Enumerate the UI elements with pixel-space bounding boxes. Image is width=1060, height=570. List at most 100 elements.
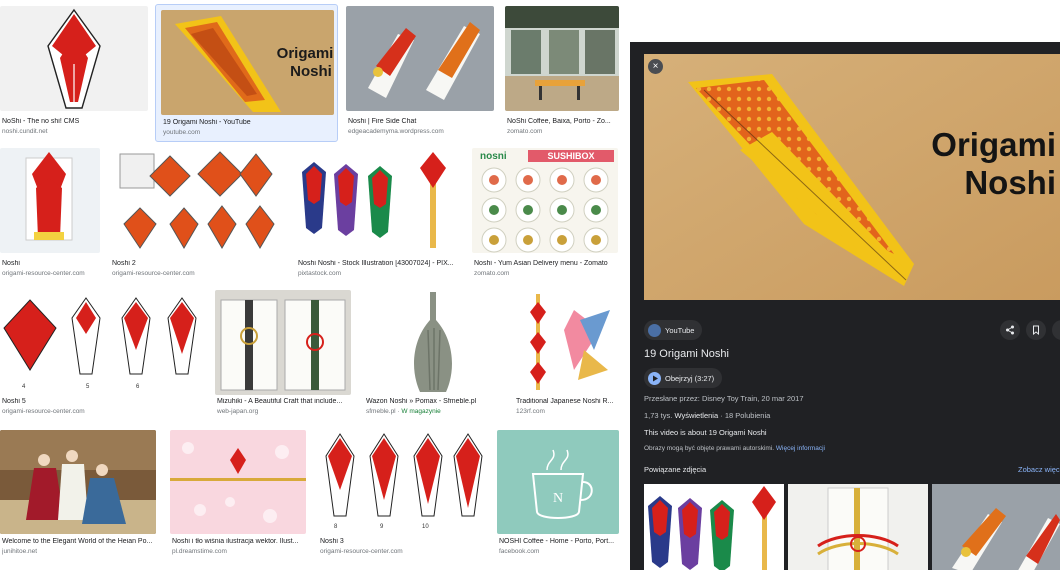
views-count: 1,73 tys.	[644, 411, 673, 420]
result-caption[interactable]: NoShi Coffee, Baixa, Porto - Zo...	[507, 118, 619, 125]
result-tile[interactable]: nosni SUSHIBOX Noshi - Yum Asian Deliver…	[472, 148, 620, 280]
result-tile[interactable]: Noshi i tło wiśnia ilustracja wektor. Il…	[170, 430, 310, 562]
copyright-note: Obrazy mogą być objęte prawami autorskim…	[644, 445, 825, 452]
result-caption[interactable]: Noshi 3	[320, 538, 488, 545]
result-tile[interactable]: Noshi Noshi - Stock Illustration [430070…	[296, 148, 464, 280]
video-description: This video is about 19 Origami Noshi	[644, 428, 767, 437]
result-thumbnail[interactable]	[110, 148, 282, 253]
result-caption[interactable]: NOSHI Coffee - Home - Porto, Port...	[499, 538, 619, 545]
copyright-text: Obrazy mogą być objęte prawami autorskim…	[644, 445, 775, 452]
result-thumbnail[interactable]	[364, 290, 502, 395]
result-tile[interactable]: Traditional Japanese Noshi R... 123rf.co…	[514, 290, 620, 422]
result-source: junihitoe.net	[2, 548, 38, 555]
origami-noshi-thumbnail: Origami Noshi	[161, 10, 334, 115]
result-caption[interactable]: Traditional Japanese Noshi R...	[516, 398, 620, 405]
result-source: origami-resource-center.com	[2, 270, 85, 277]
related-image[interactable]	[932, 484, 1060, 570]
result-source: zomato.com	[507, 128, 543, 135]
hero-title-line1: Origami	[931, 126, 1056, 163]
cafe-photo-image	[505, 6, 619, 111]
noshi-illustration-image	[296, 148, 460, 253]
result-caption[interactable]: Noshi Noshi - Stock Illustration [430070…	[298, 260, 460, 267]
result-thumbnail[interactable]: Origami Noshi	[161, 10, 334, 115]
result-tile[interactable]: N NOSHI Coffee - Home - Porto, Port... f…	[497, 430, 621, 562]
result-thumbnail[interactable]: N	[497, 430, 619, 534]
result-tile-selected[interactable]: Origami Noshi 19 Origami Noshi - YouTube…	[155, 4, 338, 142]
step-number: 10	[422, 524, 429, 530]
result-tile[interactable]: Noshi origami-resource-center.com	[0, 148, 104, 280]
result-tile[interactable]: NoShi - The no shi! CMS noshi.cundit.net	[0, 6, 152, 138]
see-more-link[interactable]: Zobacz więcej	[1018, 465, 1060, 474]
site-chip[interactable]: YouTube	[644, 320, 703, 340]
likes-count: · 18 Polubienia	[720, 411, 771, 420]
close-icon[interactable]: ×	[648, 59, 663, 74]
sushi-menu-image: nosni SUSHIBOX	[472, 148, 618, 253]
sakura-illustration-image	[170, 430, 306, 534]
watch-button[interactable]: Obejrzyj (3:27)	[644, 368, 723, 388]
result-thumbnail[interactable]	[0, 6, 148, 111]
result-source: noshi.cundit.net	[2, 128, 48, 135]
result-thumbnail[interactable]	[296, 148, 460, 253]
site-name: YouTube	[665, 325, 695, 335]
result-source: pl.dreamstime.com	[172, 548, 227, 555]
result-tile[interactable]: 4 5 6 Noshi 5 origami-resource-center.co…	[0, 290, 206, 422]
result-thumbnail[interactable]	[0, 430, 156, 534]
more-options-icon[interactable]	[1052, 320, 1060, 340]
bookmark-icon[interactable]	[1026, 320, 1046, 340]
result-thumbnail[interactable]	[514, 290, 618, 395]
result-tile[interactable]: 8 9 10 Noshi 3 origami-resource-center.c…	[318, 430, 490, 562]
thumb-title-line2: Noshi	[290, 63, 332, 80]
related-image[interactable]	[644, 484, 784, 570]
more-info-link[interactable]: Więcej informacji	[776, 445, 825, 452]
noshi-steps-image: 8 9 10	[318, 430, 486, 534]
result-thumbnail[interactable]	[215, 290, 351, 395]
result-tile[interactable]: NoShi Coffee, Baixa, Porto - Zo... zomat…	[505, 6, 623, 138]
result-thumbnail[interactable]	[0, 148, 100, 253]
result-tile[interactable]: Noshi 2 origami-resource-center.com	[110, 148, 288, 280]
result-tile[interactable]: Mizuhiki - A Beautiful Craft that includ…	[215, 290, 355, 422]
result-thumbnail[interactable]	[346, 6, 494, 111]
result-caption[interactable]: Noshi 2	[112, 260, 282, 267]
noshi-steps-image: 4 5 6	[0, 290, 202, 395]
related-envelope-photo	[788, 484, 928, 570]
result-caption[interactable]: Noshi	[2, 260, 102, 267]
result-thumbnail[interactable]: 8 9 10	[318, 430, 486, 534]
noshi-steps-image	[110, 148, 282, 253]
heian-photo-image	[0, 430, 156, 534]
preview-title[interactable]: 19 Origami Noshi	[644, 348, 729, 360]
share-icon[interactable]	[1000, 320, 1020, 340]
related-noshi-illustration	[644, 484, 784, 570]
noshi-diagram-image	[0, 6, 148, 111]
result-tile[interactable]: Noshi | Fire Side Chat edgeacademyma.wor…	[346, 6, 496, 138]
related-image[interactable]	[788, 484, 928, 570]
result-thumbnail[interactable]: nosni SUSHIBOX	[472, 148, 618, 253]
result-caption[interactable]: Mizuhiki - A Beautiful Craft that includ…	[217, 398, 351, 405]
result-caption[interactable]: Noshi - Yum Asian Delivery menu - Zomato	[474, 260, 618, 267]
vase-photo-image	[364, 290, 502, 395]
result-source: facebook.com	[499, 548, 540, 555]
result-source: 123rf.com	[516, 408, 545, 415]
result-thumbnail[interactable]	[170, 430, 306, 534]
result-source-domain: sfmeble.pl	[366, 408, 396, 415]
result-thumbnail[interactable]	[505, 6, 619, 111]
result-tile[interactable]: Welcome to the Elegant World of the Heia…	[0, 430, 160, 562]
image-preview-panel: Origami Noshi × YouTube 19 Origami Noshi…	[630, 42, 1060, 570]
globe-icon	[648, 323, 661, 337]
result-caption[interactable]: Noshi i tło wiśnia ilustracja wektor. Il…	[172, 538, 308, 545]
coffee-logo-image: N	[497, 430, 619, 534]
result-caption[interactable]: Noshi 5	[2, 398, 202, 405]
views-label: Wyświetlenia	[674, 411, 719, 420]
svg-text:N: N	[553, 491, 563, 506]
result-caption[interactable]: Wazon Noshi » Pomax - Sfmeble.pl	[366, 398, 506, 405]
video-stats: 1,73 tys. Wyświetlenia · 18 Polubienia	[644, 411, 770, 420]
result-source: edgeacademyma.wordpress.com	[348, 128, 444, 135]
result-tile[interactable]: Wazon Noshi » Pomax - Sfmeble.pl sfmeble…	[364, 290, 506, 422]
play-icon	[648, 371, 661, 385]
result-caption[interactable]: NoShi - The no shi! CMS	[2, 118, 148, 125]
preview-image[interactable]: Origami Noshi	[644, 54, 1060, 300]
result-thumbnail[interactable]: 4 5 6	[0, 290, 202, 395]
uploaded-by: Przesłane przez: Disney Toy Train, 20 ma…	[644, 394, 804, 403]
result-caption[interactable]: Welcome to the Elegant World of the Heia…	[2, 538, 158, 545]
result-caption[interactable]: 19 Origami Noshi - YouTube	[163, 119, 333, 126]
result-caption[interactable]: Noshi | Fire Side Chat	[348, 118, 494, 125]
